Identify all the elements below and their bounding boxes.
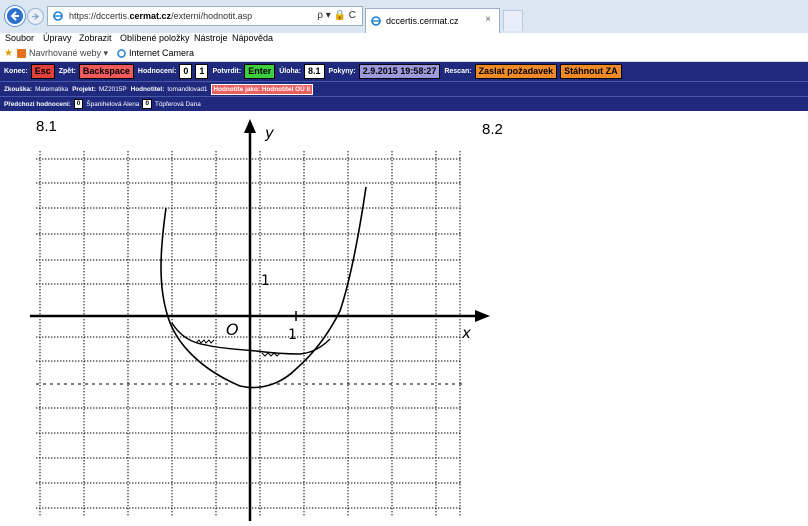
menu-bar: Soubor Úpravy Zobrazit Oblíbené položky …: [0, 33, 808, 45]
back-button[interactable]: [5, 6, 25, 26]
x-unit-label: 1: [288, 327, 297, 343]
exam-info-bar: Zkouška: Matematika Projekt: MZ2015P Hod…: [0, 81, 808, 96]
y-axis-arrow-icon: [244, 119, 256, 133]
uloha-value: 8.1: [304, 64, 325, 79]
enter-button[interactable]: Enter: [244, 64, 276, 79]
role-badge: Hodnotíte jako: Hodnotitel OÚ II: [210, 83, 314, 95]
rescan-label: Rescan:: [444, 68, 472, 75]
projekt-value: MZ2015P: [98, 85, 127, 93]
answer-scan-area: 8.1 8.2 y x O 1 1: [0, 111, 808, 526]
previous-grades-bar: Předchozí hodnocení: 0 Španihelová Alena…: [0, 96, 808, 111]
tab-close-icon[interactable]: ×: [485, 14, 491, 25]
zkouska-value: Matematika: [35, 85, 69, 93]
address-controls[interactable]: ρ ▾ 🔒 C: [317, 10, 356, 21]
favorite-internet-camera[interactable]: Internet Camera: [129, 48, 194, 58]
zkouska-label: Zkouška:: [4, 85, 33, 93]
previous-grader-name: Španihelová Alena: [86, 100, 140, 108]
projekt-label: Projekt:: [72, 85, 96, 93]
hodnotitel-value: tomandlovad1: [167, 85, 208, 93]
forward-button[interactable]: [27, 8, 44, 25]
esc-button[interactable]: Esc: [30, 64, 55, 79]
arrow-left-icon: [10, 11, 19, 21]
handwritten-graph: y x O 1 1: [30, 119, 490, 521]
menu-nastroje[interactable]: Nástroje: [194, 33, 228, 43]
menu-napoveda[interactable]: Nápověda: [232, 33, 273, 43]
address-bar[interactable]: https://dccertis.cermat.cz/externi/hodno…: [47, 6, 363, 26]
zpet-label: Zpět:: [58, 68, 76, 75]
favorites-star-icon[interactable]: ★: [4, 48, 13, 59]
favorites-bar: ★ Navrhované weby ▾ Internet Camera: [0, 45, 808, 62]
potvrdit-label: Potvrdit:: [212, 68, 242, 75]
pokyny-label: Pokyny:: [328, 68, 356, 75]
x-axis-label: x: [461, 324, 471, 342]
previous-score: 0: [73, 99, 84, 109]
previous-score: 0: [142, 99, 152, 109]
previous-grades-label: Předchozí hodnocení:: [4, 100, 71, 108]
hodnotitel-label: Hodnotitel:: [130, 85, 165, 93]
origin-label: O: [226, 320, 239, 339]
suggested-sites-icon: [16, 48, 26, 58]
y-unit-label: 1: [261, 273, 270, 289]
arrow-right-icon: [31, 13, 40, 20]
browser-tab[interactable]: dccertis.cermat.cz ×: [365, 8, 500, 33]
stahnout-za-button[interactable]: Stáhnout ZA: [560, 64, 622, 79]
menu-zobrazit[interactable]: Zobrazit: [79, 33, 112, 43]
menu-upravy[interactable]: Úpravy: [43, 33, 72, 43]
ie-tab-icon: [371, 16, 381, 26]
zaslat-pozadavek-button[interactable]: Zaslat požadavek: [474, 64, 558, 79]
grading-toolbar: Konec: Esc Zpět: Backspace Hodnocení: 0 …: [0, 62, 808, 81]
ie-favorite-icon: [117, 48, 126, 58]
menu-oblibene[interactable]: Oblíbené položky: [120, 33, 190, 43]
hodnoceni-label: Hodnocení:: [137, 68, 177, 75]
tab-title: dccertis.cermat.cz: [386, 16, 459, 26]
address-url: https://dccertis.cermat.cz/externi/hodno…: [69, 11, 253, 21]
konec-label: Konec:: [4, 68, 28, 75]
scribble-marks: [195, 339, 281, 357]
favorite-suggested-sites[interactable]: Navrhované weby ▾: [29, 48, 108, 59]
uloha-label: Úloha:: [279, 68, 302, 75]
y-axis-label: y: [264, 124, 275, 142]
x-axis-arrow-icon: [475, 310, 490, 322]
score-0-button[interactable]: 0: [179, 64, 193, 79]
menu-soubor[interactable]: Soubor: [5, 33, 34, 43]
score-1-button[interactable]: 1: [195, 64, 209, 79]
pokyny-button[interactable]: 2.9.2015 19:58:27: [358, 64, 441, 79]
browser-titlebar: https://dccertis.cermat.cz/externi/hodno…: [0, 0, 808, 33]
previous-grader-name: Töpferová Dana: [154, 100, 201, 108]
backspace-button[interactable]: Backspace: [78, 64, 134, 79]
ie-icon: [53, 11, 63, 21]
new-tab-button[interactable]: [503, 10, 523, 31]
